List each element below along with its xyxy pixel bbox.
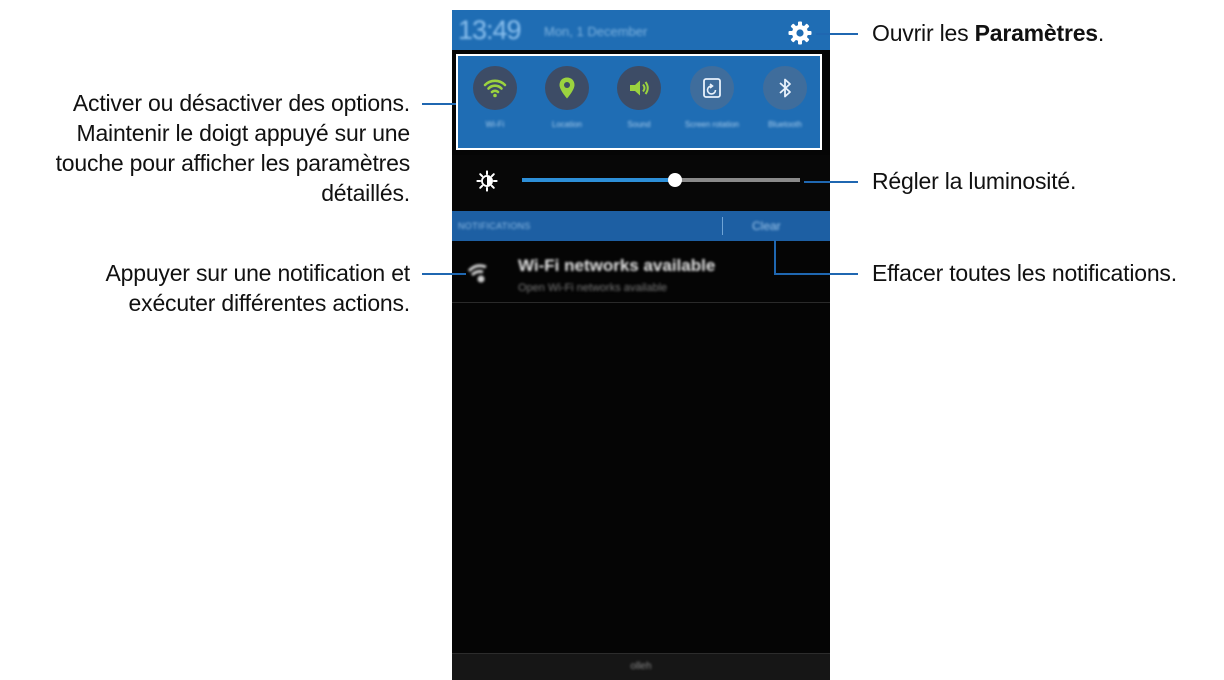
bluetooth-icon — [779, 78, 791, 98]
notifications-header-label: NOTIFICATIONS — [458, 221, 531, 231]
brightness-callout-line — [804, 181, 858, 183]
wifi-toggle-label: Wi-Fi — [485, 120, 505, 129]
status-date: Mon, 1 December — [544, 24, 648, 39]
settings-callout-line — [816, 33, 858, 35]
quick-settings-panel: Wi-Fi Location Sound Screen rotation Blu… — [456, 54, 822, 150]
phone-screen: 13:49 Mon, 1 December Wi-Fi Location Sou… — [452, 10, 830, 680]
notification-callout-line — [422, 273, 466, 275]
wifi-icon — [483, 79, 507, 98]
brightness-track-filled — [522, 178, 675, 182]
location-toggle[interactable]: Location — [534, 62, 600, 146]
location-pin-icon — [559, 77, 575, 99]
notification-callout-line-1: Appuyer sur une notification et — [105, 260, 411, 286]
brightness-row — [452, 155, 830, 211]
options-callout-line-3: touche pour afficher les paramètres — [55, 150, 411, 176]
sound-toggle-label: Sound — [627, 120, 651, 129]
bluetooth-toggle-label: Bluetooth — [768, 120, 802, 129]
options-callout-line-1: Activer ou désactiver des options. — [72, 90, 410, 116]
wifi-notification-icon — [467, 264, 487, 283]
settings-callout-bold: Paramètres — [974, 20, 1099, 46]
brightness-callout: Régler la luminosité. — [872, 168, 1077, 194]
settings-callout: Ouvrir les Paramètres. — [872, 18, 1104, 48]
clear-callout: Effacer toutes les notifications. — [872, 260, 1177, 286]
location-toggle-circle — [545, 66, 589, 110]
sound-toggle[interactable]: Sound — [606, 62, 672, 146]
screen-rotation-toggle-label: Screen rotation — [684, 120, 740, 129]
status-time: 13:49 — [458, 15, 522, 45]
bluetooth-toggle[interactable]: Bluetooth — [752, 62, 818, 146]
notification-title: Wi-Fi networks available — [518, 256, 716, 275]
screen-rotation-toggle[interactable]: Screen rotation — [679, 62, 745, 146]
wifi-toggle-circle — [473, 66, 517, 110]
header-divider — [722, 217, 723, 235]
bottom-bar: olleh — [452, 653, 830, 680]
options-callout-line-4: détaillés. — [321, 180, 410, 206]
speaker-icon — [630, 80, 649, 96]
screen-rotation-icon — [703, 78, 721, 98]
screen-rotation-toggle-circle — [690, 66, 734, 110]
settings-callout-suffix: . — [1097, 20, 1105, 46]
notification-subtitle: Open Wi-Fi networks available — [518, 282, 668, 294]
carrier-label: olleh — [630, 661, 652, 672]
bluetooth-toggle-circle — [763, 66, 807, 110]
options-callout: Activer ou désactiver des options. Maint… — [0, 88, 411, 208]
status-bar: 13:49 Mon, 1 December — [452, 10, 830, 50]
notification-callout: Appuyer sur une notification et exécuter… — [0, 258, 411, 318]
clear-callout-vline — [774, 240, 776, 275]
clear-button[interactable]: Clear — [752, 219, 781, 233]
notification-callout-line-2: exécuter différentes actions. — [128, 290, 411, 316]
settings-callout-prefix: Ouvrir les — [872, 20, 975, 46]
clear-callout-line — [774, 273, 858, 275]
options-callout-line-2: Maintenir le doigt appuyé sur une — [76, 120, 410, 146]
location-toggle-label: Location — [551, 120, 583, 129]
notifications-header: NOTIFICATIONS Clear — [452, 211, 830, 241]
brightness-track-empty — [674, 178, 800, 182]
sound-toggle-circle — [617, 66, 661, 110]
wifi-toggle[interactable]: Wi-Fi — [462, 62, 528, 146]
gear-icon[interactable] — [788, 21, 812, 45]
brightness-slider-thumb[interactable] — [667, 173, 682, 187]
options-callout-line — [422, 103, 456, 105]
brightness-icon[interactable] — [476, 170, 498, 192]
